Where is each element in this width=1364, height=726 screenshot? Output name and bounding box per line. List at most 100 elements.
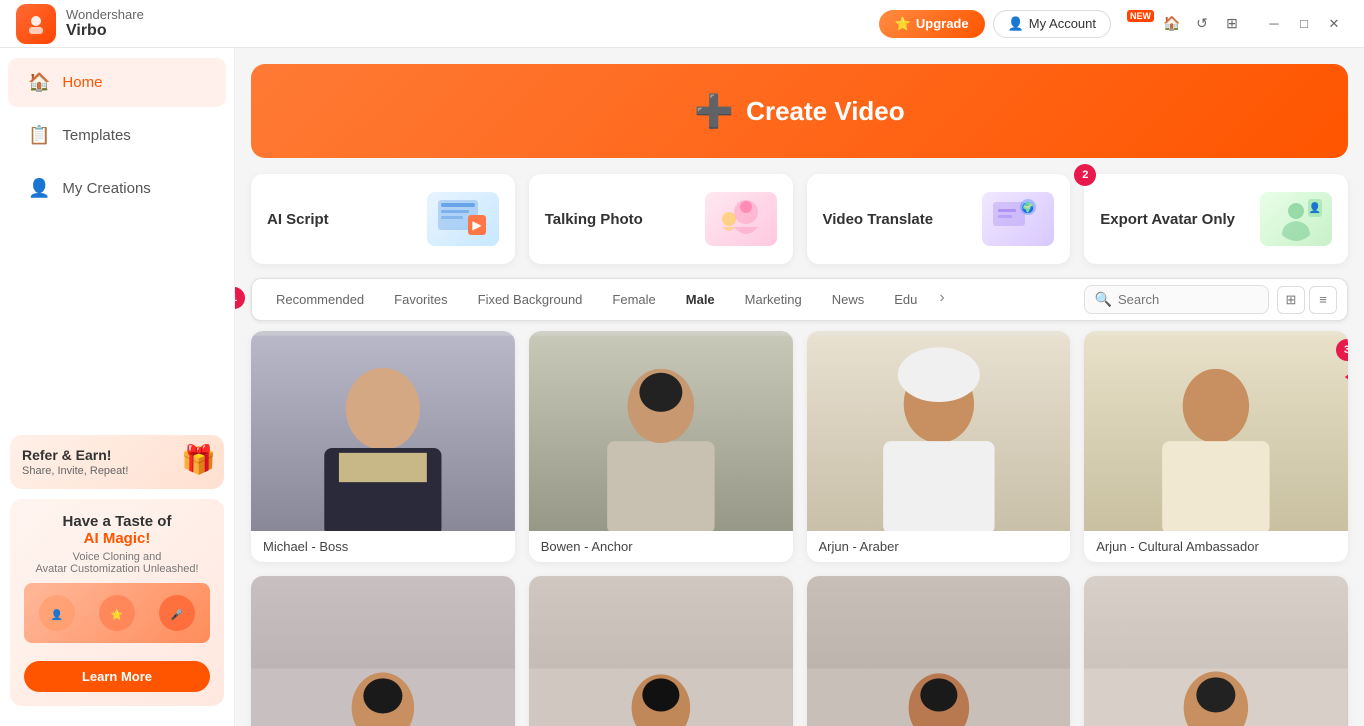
avatar-image-bowen — [529, 331, 793, 531]
avatar-image-6 — [529, 576, 793, 726]
upgrade-label: Upgrade — [916, 16, 969, 31]
talking-photo-thumb — [705, 192, 777, 246]
svg-text:👤: 👤 — [1309, 201, 1321, 214]
avatar-name-arjun-cultural: Arjun - Cultural Ambassador — [1084, 531, 1348, 562]
talking-photo-label: Talking Photo — [545, 211, 643, 228]
refresh-icon[interactable]: ↺ — [1190, 12, 1214, 36]
main-layout: 🏠 Home 📋 Templates 👤 My Creations 🎁 Refe… — [0, 48, 1364, 726]
avatar-grid: Michael - Boss — [251, 331, 1348, 726]
list-view-button[interactable]: ≡ — [1309, 286, 1337, 314]
ai-highlight-text: AI Magic! — [84, 530, 151, 547]
sidebar-item-home[interactable]: 🏠 Home — [8, 58, 226, 107]
filter-row-container: Recommended Favorites Fixed Background F… — [235, 264, 1364, 331]
annotation-badge-1: 1 — [235, 287, 245, 309]
window-controls: ─ □ ✕ — [1260, 10, 1348, 38]
avatar-card-6[interactable] — [529, 576, 793, 726]
avatar-name-arjun-araber: Arjun - Araber — [807, 531, 1071, 562]
feature-card-export-avatar[interactable]: Export Avatar Only 👤 2 — [1084, 174, 1348, 264]
create-video-text: Create Video — [746, 96, 904, 127]
refer-earn-card[interactable]: 🎁 Refer & Earn! Share, Invite, Repeat! — [10, 435, 224, 489]
search-icon: 🔍 — [1095, 291, 1112, 308]
filter-more-button[interactable]: › — [933, 285, 950, 314]
avatar-image-8 — [1084, 576, 1348, 726]
annotation-badge-2: 2 — [1074, 164, 1096, 186]
avatar-image-7 — [807, 576, 1071, 726]
feature-card-video-translate[interactable]: Video Translate 🌍 — [807, 174, 1071, 264]
svg-text:⭐: ⭐ — [111, 608, 123, 621]
filter-tab-male[interactable]: Male — [672, 285, 729, 314]
upgrade-icon: ⭐ — [895, 16, 911, 32]
app-logo — [16, 4, 56, 44]
filter-tab-recommended[interactable]: Recommended — [262, 285, 378, 314]
home-sidebar-icon: 🏠 — [28, 72, 50, 93]
avatar-card-arjun-araber[interactable]: Arjun - Araber — [807, 331, 1071, 562]
home-icon[interactable]: 🏠 — [1160, 12, 1184, 36]
filter-tab-edu[interactable]: Edu — [880, 285, 931, 314]
sidebar-item-my-creations[interactable]: 👤 My Creations — [8, 164, 226, 213]
svg-text:🌍: 🌍 — [1022, 201, 1034, 214]
avatar-card-5[interactable] — [251, 576, 515, 726]
my-account-label: My Account — [1029, 16, 1096, 31]
gift-icon: 🎁 — [181, 443, 216, 476]
export-avatar-label: Export Avatar Only — [1100, 211, 1235, 228]
video-translate-label: Video Translate — [823, 211, 934, 228]
filter-tab-fixed-background[interactable]: Fixed Background — [464, 285, 597, 314]
avatar-name-bowen: Bowen - Anchor — [529, 531, 793, 562]
annotation-arrow-3: ↓ — [1339, 370, 1348, 384]
sidebar-bottom: 🎁 Refer & Earn! Share, Invite, Repeat! H… — [0, 423, 234, 718]
app-name-block: Wondershare Virbo — [66, 7, 144, 40]
avatar-card-7[interactable] — [807, 576, 1071, 726]
feature-card-talking-photo[interactable]: Talking Photo — [529, 174, 793, 264]
titlebar-extra-icons: NEW 🏠 ↺ ⊞ — [1127, 12, 1244, 36]
avatar-image-5 — [251, 576, 515, 726]
avatar-name-michael: Michael - Boss — [251, 531, 515, 562]
learn-more-button[interactable]: Learn More — [24, 661, 210, 692]
my-account-button[interactable]: 👤 My Account — [993, 10, 1111, 38]
sidebar-promos: 🎁 Refer & Earn! Share, Invite, Repeat! H… — [0, 423, 234, 718]
ai-card-title: Have a Taste of AI Magic! — [24, 513, 210, 547]
create-video-icon: ➕ — [694, 92, 734, 130]
avatar-card-arjun-cultural[interactable]: Arjun - Cultural Ambassador 3 ↓ — [1084, 331, 1348, 562]
filter-tab-news[interactable]: News — [818, 285, 879, 314]
avatar-image-arjun-araber — [807, 331, 1071, 531]
new-badge: NEW — [1127, 10, 1154, 22]
avatar-card-bowen[interactable]: Bowen - Anchor — [529, 331, 793, 562]
filter-tab-favorites[interactable]: Favorites — [380, 285, 461, 314]
avatar-card-michael[interactable]: Michael - Boss — [251, 331, 515, 562]
filter-tab-marketing[interactable]: Marketing — [731, 285, 816, 314]
svg-text:▶: ▶ — [472, 218, 482, 232]
app-branding: Wondershare Virbo — [16, 4, 144, 44]
view-toggle-buttons: ⊞ ≡ — [1277, 286, 1337, 314]
maximize-button[interactable]: □ — [1290, 10, 1318, 38]
upgrade-button[interactable]: ⭐ Upgrade — [879, 10, 985, 38]
minimize-button[interactable]: ─ — [1260, 10, 1288, 38]
app-name-text: Virbo — [66, 22, 144, 40]
filter-tabs: Recommended Favorites Fixed Background F… — [262, 285, 1084, 314]
templates-sidebar-icon: 📋 — [28, 125, 50, 146]
creations-sidebar-icon: 👤 — [28, 178, 50, 199]
filter-tab-female[interactable]: Female — [598, 285, 669, 314]
search-input[interactable] — [1118, 292, 1258, 307]
grid-view-button[interactable]: ⊞ — [1277, 286, 1305, 314]
svg-text:👤: 👤 — [51, 608, 63, 621]
ai-title-text: Have a Taste of — [63, 513, 172, 530]
ai-subtitle: Voice Cloning andAvatar Customization Un… — [24, 551, 210, 575]
app-brand-text: Wondershare — [66, 7, 144, 22]
search-box: 🔍 — [1084, 285, 1269, 314]
create-video-banner[interactable]: ➕ Create Video — [251, 64, 1348, 158]
avatar-card-8[interactable] — [1084, 576, 1348, 726]
export-avatar-thumb: 👤 — [1260, 192, 1332, 246]
ai-script-label: AI Script — [267, 211, 329, 228]
feature-cards-row: AI Script ▶ Talking Photo — [251, 174, 1348, 264]
avatar-image-michael — [251, 331, 515, 531]
feature-card-ai-script[interactable]: AI Script ▶ — [251, 174, 515, 264]
svg-text:🎤: 🎤 — [171, 608, 184, 621]
account-icon: 👤 — [1008, 16, 1024, 32]
grid-icon[interactable]: ⊞ — [1220, 12, 1244, 36]
content-area: ➕ Create Video AI Script ▶ — [235, 48, 1364, 726]
close-button[interactable]: ✕ — [1320, 10, 1348, 38]
sidebar-item-templates[interactable]: 📋 Templates — [8, 111, 226, 160]
sidebar-home-label: Home — [62, 74, 102, 91]
ai-magic-card: Have a Taste of AI Magic! Voice Cloning … — [10, 499, 224, 706]
sidebar-templates-label: Templates — [62, 127, 130, 144]
